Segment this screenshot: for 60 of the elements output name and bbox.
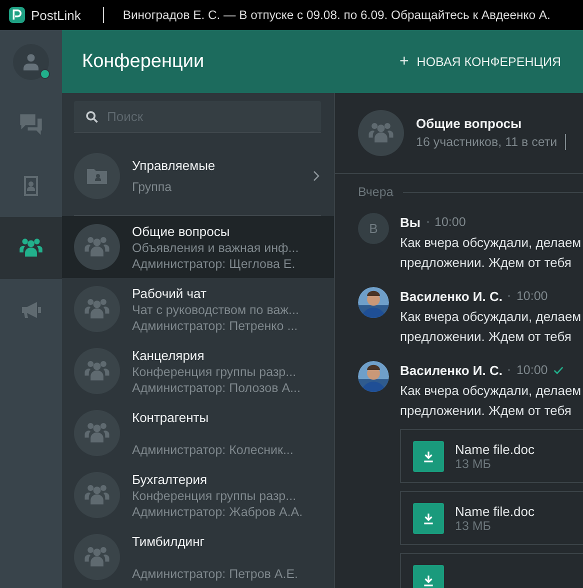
chat-subtitle: 16 участников, 11 в сети xyxy=(416,135,558,149)
message-time: 10:00 xyxy=(516,289,548,303)
profile-avatar[interactable] xyxy=(13,44,49,80)
message-author: Вы xyxy=(400,214,420,230)
download-icon[interactable] xyxy=(413,564,444,588)
person-icon xyxy=(21,52,41,72)
status-message: Виноградов Е. С. — В отпуске с 09.08. по 6.09. Обращайтесь к Авдеенко А. xyxy=(122,8,550,22)
conference-name: Канцелярия xyxy=(132,346,206,364)
conference-admin: Администратор: Петренко ... xyxy=(132,318,299,334)
conference-description: Объявления и важная инф... xyxy=(132,240,299,256)
conference-name: Рабочий чат xyxy=(132,284,208,302)
conference-admin: Администратор: Полозов А... xyxy=(132,380,300,396)
item-title: Управляемые xyxy=(132,157,216,174)
conference-admin: Администратор: Жабров А.А. xyxy=(132,504,303,520)
new-conference-button[interactable]: + НОВАЯ КОНФЕРЕНЦИЯ xyxy=(399,48,561,74)
file-name: Name file.doc xyxy=(455,504,534,518)
chat-title: Общие вопросы xyxy=(416,116,523,131)
message-text: предложении. Ждем от тебя xyxy=(400,328,572,346)
separator-dot xyxy=(426,220,430,224)
logo-icon xyxy=(9,7,25,23)
item-subtitle: Группа xyxy=(132,179,173,195)
message-text: предложении. Ждем от тебя xyxy=(400,254,572,272)
conference-name: Контрагенты xyxy=(132,408,210,426)
conference-admin: Администратор: Петров А.Е. xyxy=(132,566,298,582)
nav-tab[interactable] xyxy=(0,217,62,279)
conference-item[interactable]: Канцелярия Конференция группы разр... Администратор: Полозов А... xyxy=(62,340,334,402)
file-size: 13 МБ xyxy=(455,456,492,470)
message-time: 10:00 xyxy=(434,215,466,229)
file-attachment[interactable]: Name file.doc 13 МБ xyxy=(400,429,583,483)
conference-admin: Администратор: Колесник... xyxy=(132,442,294,458)
avatar xyxy=(358,287,389,318)
conference-item[interactable]: Общие вопросы Объявления и важная инф... Администратор: Щеглова Е. xyxy=(62,216,334,278)
file-size: 13 МБ xyxy=(455,518,492,532)
conference-description: Чат с руководством по важ... xyxy=(132,302,299,318)
conference-description: Конференция группы разр... xyxy=(132,488,298,504)
message-text: предложении. Ждем от тебя xyxy=(400,402,572,420)
avatar xyxy=(358,361,389,392)
conference-item[interactable]: Рабочий чат Чат с руководством по важ... Администратор: Петренко ... xyxy=(62,278,334,340)
conference-name: Тимбилдинг xyxy=(132,532,206,550)
conference-item[interactable]: Тимбилдинг Администратор: Петров А.Е. xyxy=(62,526,334,588)
message-author: Василенко И. С. xyxy=(400,362,502,378)
conference-name: Общие вопросы xyxy=(132,222,231,240)
group-item[interactable]: Управляемые Группа xyxy=(62,137,334,215)
conference-name: Бухгалтерия xyxy=(132,470,208,488)
conference-admin: Администратор: Щеглова Е. xyxy=(132,256,296,272)
app-name: PostLink xyxy=(31,8,81,22)
message-text: Как вчера обсуждали, делаем xyxy=(400,234,582,252)
conference-description: Конференция группы разр... xyxy=(132,364,298,380)
date-separator: Вчера xyxy=(358,185,394,199)
user-avatar: В xyxy=(358,213,389,244)
message-author: Василенко И. С. xyxy=(400,288,502,304)
search-icon xyxy=(85,110,99,124)
message-text: Как вчера обсуждали, делаем xyxy=(400,382,582,400)
file-attachment[interactable]: Name file.doc 13 МБ xyxy=(400,491,583,545)
message-time: 10:00 xyxy=(516,363,548,377)
page-title: Конференции xyxy=(82,50,204,72)
file-name: Name file.doc xyxy=(455,442,534,456)
conference-item[interactable]: Бухгалтерия Конференция группы разр... Администратор: Жабров А.А. xyxy=(62,464,334,526)
conference-item[interactable]: Контрагенты Администратор: Колесник... xyxy=(62,402,334,464)
message-text: Как вчера обсуждали, делаем xyxy=(400,308,582,326)
